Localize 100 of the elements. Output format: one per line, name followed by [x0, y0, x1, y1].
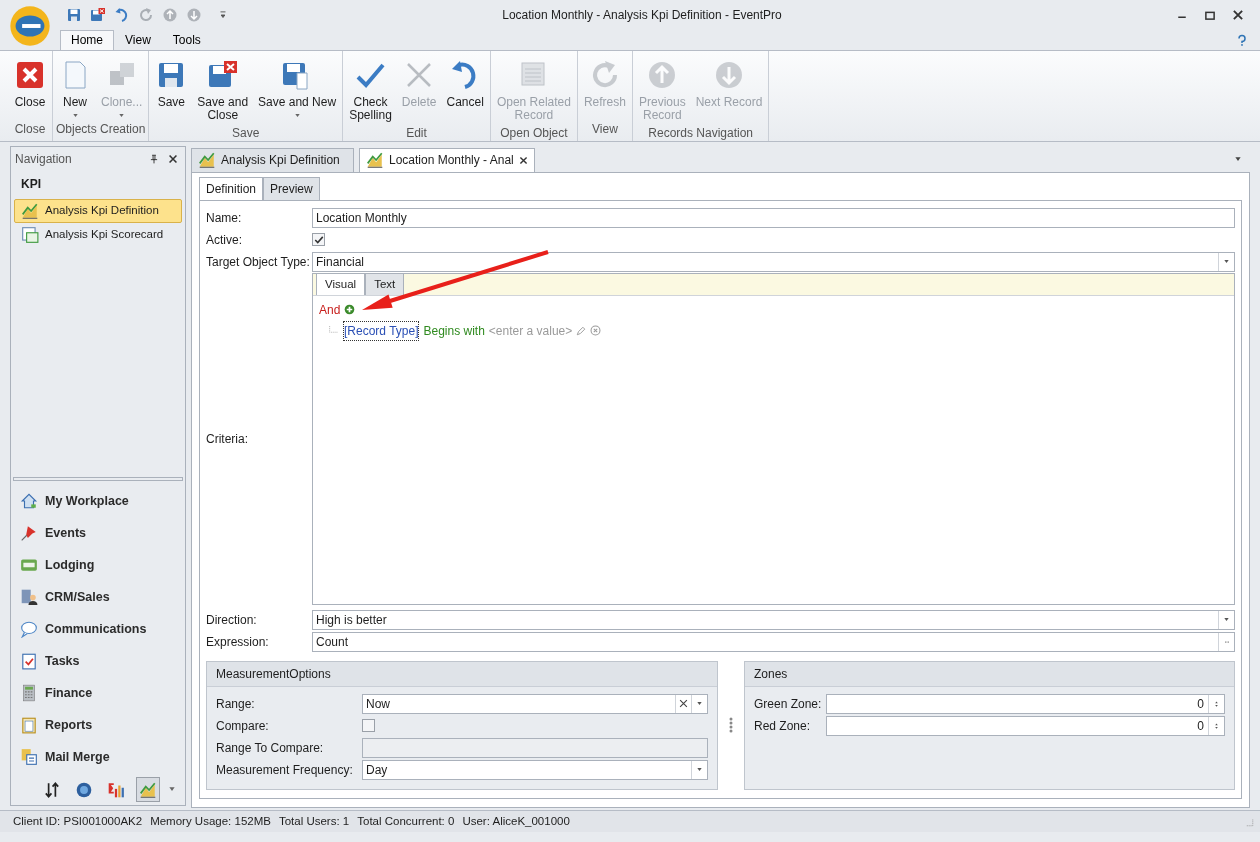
dropdown-field[interactable]: Financial: [312, 251, 1235, 272]
module-button[interactable]: Events: [11, 517, 185, 550]
dropdown-field[interactable]: High is better: [312, 609, 1235, 630]
documents-icon: [20, 748, 38, 767]
group-label: Open Object: [499, 124, 569, 142]
logo-icon[interactable]: [9, 5, 51, 47]
add-icon[interactable]: [344, 304, 356, 316]
caret-icon[interactable]: [1234, 155, 1242, 162]
ribbon-button[interactable]: New: [55, 56, 95, 120]
remove-icon[interactable]: [590, 325, 602, 337]
group-label: Objects Creation: [55, 120, 147, 138]
group-label: Records Navigation: [647, 124, 754, 142]
module-button[interactable]: Communications: [11, 613, 185, 646]
module-button[interactable]: Finance: [11, 677, 185, 710]
clipboard-icon: [20, 652, 38, 671]
editor-tab[interactable]: Text: [365, 272, 405, 295]
close-icon[interactable]: [518, 155, 528, 165]
ribbon-button[interactable]: Close: [10, 56, 50, 120]
floppy-icon[interactable]: [66, 6, 82, 23]
chart-icon: [198, 151, 216, 170]
field-label: Criteria:: [206, 430, 249, 448]
group-label: Save: [231, 124, 261, 142]
dropdown-arrow-icon: [1223, 259, 1230, 265]
ribbon-tab[interactable]: Home: [60, 29, 114, 50]
field-label: Target Object Type:: [206, 253, 311, 271]
field-label: Expression:: [206, 633, 270, 651]
caret-icon: [118, 112, 126, 118]
checkbox[interactable]: [312, 233, 325, 247]
close-icon[interactable]: [1232, 8, 1244, 21]
ribbon-button[interactable]: Save: [151, 56, 192, 124]
checkbox[interactable]: [362, 719, 375, 733]
field-label: Name:: [206, 209, 243, 227]
module-button[interactable]: CRM/Sales: [11, 581, 185, 614]
module-button[interactable]: Tasks: [11, 645, 185, 678]
dropdown-field[interactable]: Day: [362, 759, 708, 780]
house-icon: [20, 492, 38, 511]
condition-operator[interactable]: Begins with: [423, 321, 485, 340]
dropdown-arrow-icon: [696, 701, 703, 707]
field-label: Direction:: [206, 611, 258, 629]
ribbon-button[interactable]: Check Spelling: [345, 56, 396, 124]
chart-icon: [21, 201, 39, 220]
close-icon[interactable]: [168, 153, 178, 164]
help-icon[interactable]: [1236, 33, 1248, 46]
ribbon-tab[interactable]: View: [114, 29, 162, 50]
panel-title: Navigation: [15, 150, 73, 168]
group-operator[interactable]: And: [319, 300, 341, 319]
caret-icon[interactable]: [168, 786, 176, 793]
module-button[interactable]: Mail Merge: [11, 741, 185, 774]
tree-connector-icon: [329, 325, 339, 336]
dropdown-field[interactable]: Now: [362, 693, 708, 714]
people-icon: [20, 588, 38, 607]
dropdown-arrow-icon: [1223, 617, 1230, 623]
speech-bubble-icon: [20, 620, 38, 639]
clipboard-icon: [20, 716, 38, 735]
bar-chart-icon[interactable]: [107, 780, 125, 799]
globe-icon[interactable]: [75, 780, 93, 799]
nav-item[interactable]: Analysis Kpi Definition: [14, 198, 182, 223]
field-label: Green Zone:: [754, 695, 823, 713]
ribbon-button[interactable]: Save and New: [254, 56, 341, 124]
pin-icon[interactable]: [149, 153, 159, 164]
sort-arrows-icon[interactable]: [43, 780, 61, 799]
module-button[interactable]: My Workplace: [11, 485, 185, 518]
document-tab[interactable]: Location Monthly - Anal: [359, 147, 535, 172]
group-label: Close: [13, 120, 47, 138]
input-field[interactable]: Location Monthly: [312, 207, 1235, 228]
caret-icon: [293, 112, 301, 118]
group-label: View: [591, 120, 619, 138]
checkmark-icon: [313, 234, 324, 245]
status-text: Memory Usage: 152MB: [150, 813, 271, 829]
form-tab[interactable]: Definition: [199, 176, 264, 200]
field-label: Compare:: [216, 717, 270, 735]
nav-item[interactable]: Analysis Kpi Scorecard: [14, 222, 182, 247]
ribbon-button[interactable]: Cancel: [442, 56, 488, 124]
field-label: Measurement Frequency:: [216, 761, 354, 779]
group-title: MeasurementOptions: [207, 661, 717, 687]
pushpin-icon: [20, 524, 38, 543]
chart-icon: [366, 151, 384, 170]
status-text: User: AliceK_001000: [462, 813, 570, 829]
form-tab[interactable]: Preview: [263, 176, 320, 200]
scorecard-icon: [21, 225, 39, 244]
editor-tab[interactable]: Visual: [316, 272, 366, 295]
document-tab[interactable]: Analysis Kpi Definition: [191, 147, 354, 172]
group-label: Edit: [405, 124, 428, 142]
ribbon-tab[interactable]: Tools: [161, 29, 212, 50]
dropdown-arrow-icon: [696, 767, 703, 773]
module-button[interactable]: Reports: [11, 709, 185, 742]
undo-icon[interactable]: [114, 6, 130, 23]
floppy-icon[interactable]: [90, 6, 106, 23]
module-button[interactable]: Lodging: [11, 549, 185, 582]
calculator-icon: [20, 684, 38, 703]
ribbon-button[interactable]: Save and Close: [193, 56, 253, 124]
spin-field[interactable]: 0: [826, 715, 1225, 736]
section-title: KPI: [20, 175, 42, 193]
status-text: Client ID: PSI001000AK2: [13, 813, 143, 829]
caret-icon: [71, 112, 79, 118]
window-title: Location Monthly - Analysis Kpi Definition - EventPro: [501, 6, 783, 24]
input-field[interactable]: Count: [312, 631, 1235, 652]
spin-field[interactable]: 0: [826, 693, 1225, 714]
condition-field[interactable]: [Record Type]: [343, 320, 420, 341]
clear-icon: [679, 699, 688, 709]
